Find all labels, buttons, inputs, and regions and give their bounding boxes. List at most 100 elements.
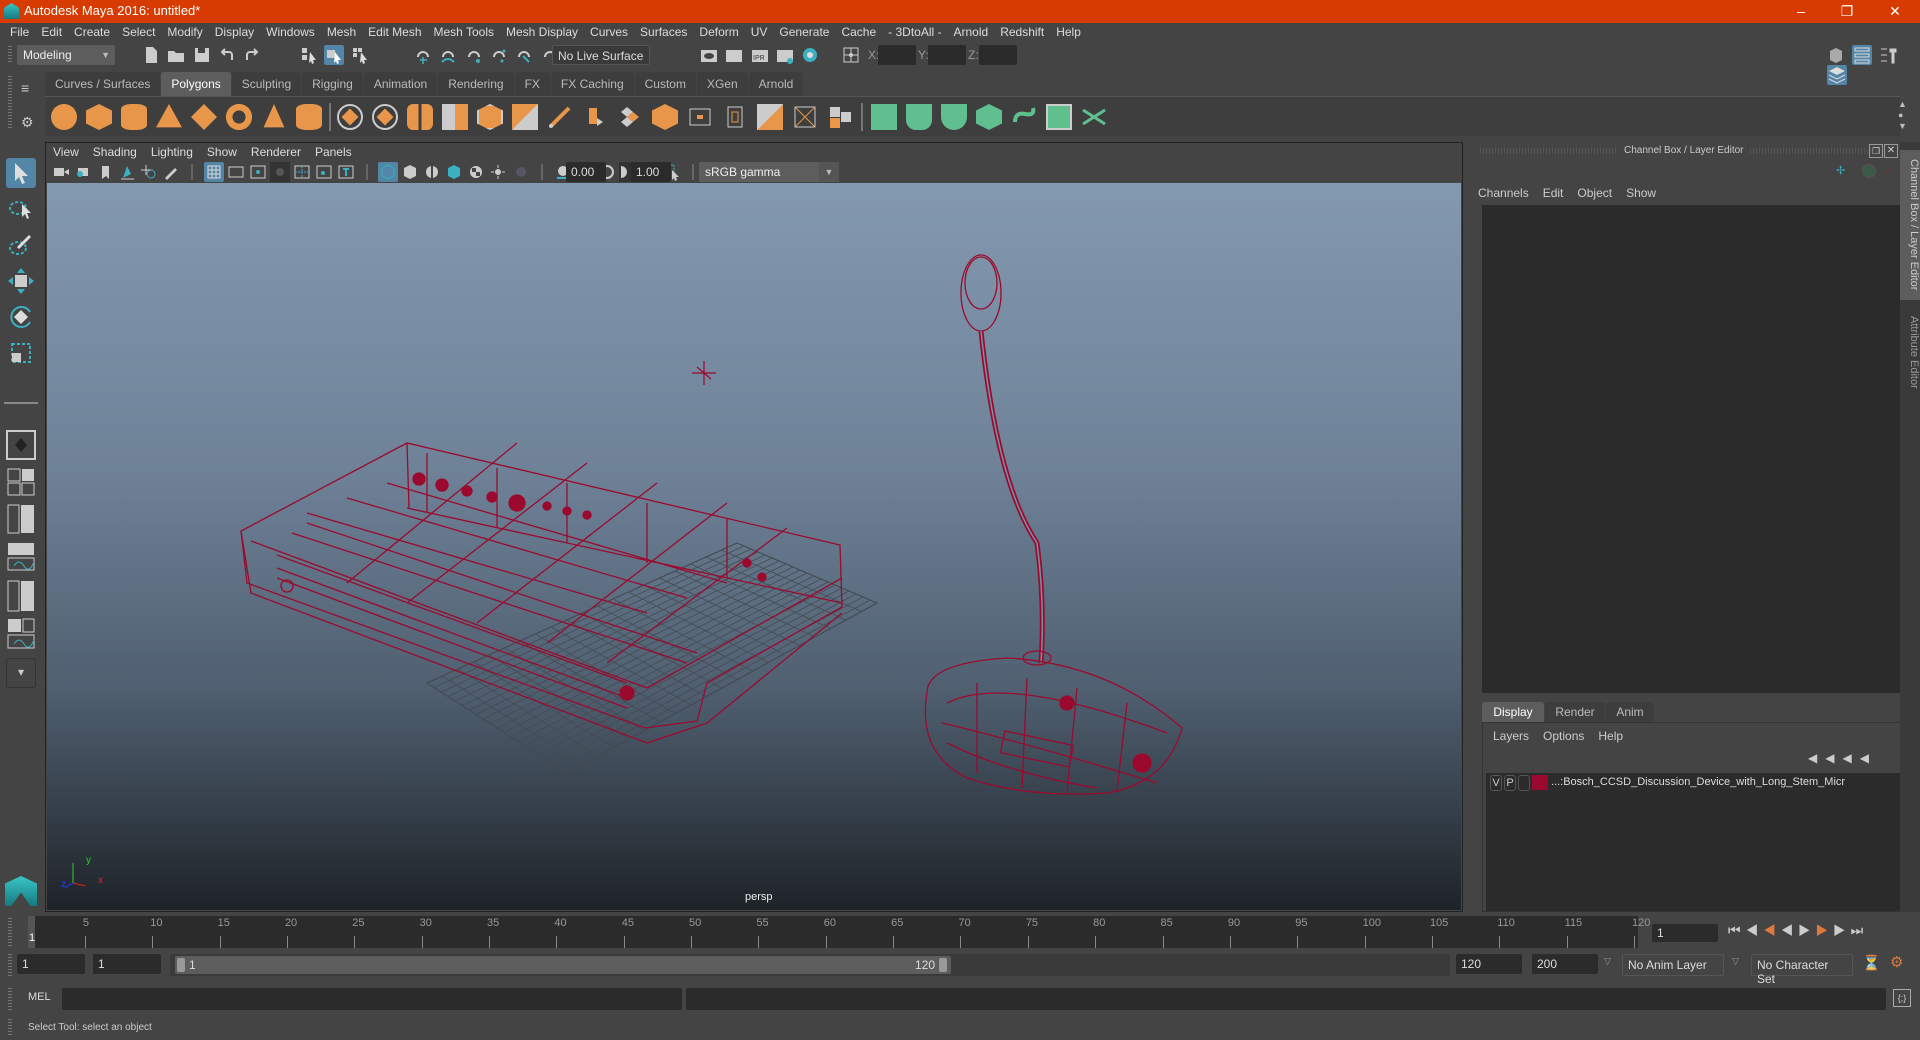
- viewport-menu-view[interactable]: View: [46, 143, 86, 161]
- animation-start-field[interactable]: 1: [17, 954, 85, 974]
- layer-tab-display[interactable]: Display: [1482, 702, 1544, 722]
- shelf-tab-rigging[interactable]: Rigging: [302, 72, 363, 96]
- render-view-icon[interactable]: [699, 45, 719, 65]
- poly-pyramid-icon[interactable]: [263, 104, 285, 128]
- viewport-canvas[interactable]: y x z persp: [47, 183, 1461, 910]
- select-by-object-icon[interactable]: [324, 45, 345, 65]
- go-to-start-button[interactable]: ⏮: [1728, 922, 1746, 938]
- extract-icon[interactable]: [407, 104, 433, 130]
- resolution-gate-icon[interactable]: [248, 162, 268, 182]
- automatic-uv-icon[interactable]: [976, 104, 1002, 130]
- menu-edit-mesh[interactable]: Edit Mesh: [362, 23, 427, 42]
- live-surface-field[interactable]: No Live Surface: [552, 45, 650, 65]
- menu-surfaces[interactable]: Surfaces: [634, 23, 693, 42]
- layer-tab-anim[interactable]: Anim: [1606, 702, 1654, 722]
- menu-3dtoall[interactable]: - 3DtoAll -: [882, 23, 947, 42]
- hypershade-icon[interactable]: [800, 45, 820, 65]
- speed-icon[interactable]: [1862, 164, 1876, 178]
- move-layer-up-icon[interactable]: ◀: [1808, 751, 1825, 765]
- side-tab-channel-box[interactable]: Channel Box / Layer Editor: [1900, 150, 1920, 300]
- save-scene-icon[interactable]: [192, 45, 212, 65]
- spherical-uv-icon[interactable]: [941, 104, 967, 130]
- range-end-grip[interactable]: [939, 958, 947, 972]
- poly-diamond-icon[interactable]: [191, 104, 217, 130]
- channels-menu-edit[interactable]: Edit: [1543, 186, 1564, 200]
- lasso-tool-icon[interactable]: [6, 194, 36, 224]
- safe-title-icon[interactable]: [336, 162, 356, 182]
- make-live-icon[interactable]: [514, 45, 534, 65]
- channels-menu-object[interactable]: Object: [1577, 186, 1612, 200]
- uv-editor-icon[interactable]: [1046, 104, 1072, 130]
- menu-arnold[interactable]: Arnold: [948, 23, 995, 42]
- layer-name[interactable]: ...:Bosch_CCSD_Discussion_Device_with_Lo…: [1551, 776, 1845, 788]
- close-panel-icon[interactable]: ✕: [1884, 144, 1898, 158]
- ipr-render-icon[interactable]: IPR: [750, 45, 770, 65]
- menu-mesh-display[interactable]: Mesh Display: [500, 23, 584, 42]
- step-forward-key-button[interactable]: ▶: [1833, 922, 1851, 938]
- move-tool-icon[interactable]: [6, 266, 36, 296]
- poly-cone-icon[interactable]: [156, 104, 182, 128]
- menu-deform[interactable]: Deform: [693, 23, 744, 42]
- mode-selector[interactable]: Modeling ▼: [17, 45, 115, 65]
- menu-cache[interactable]: Cache: [835, 23, 882, 42]
- shelf-scroll[interactable]: ▲ ● ▼: [1898, 99, 1907, 132]
- shelf-tab-polygons[interactable]: Polygons: [161, 72, 231, 96]
- tool-settings-icon[interactable]: [1878, 45, 1898, 65]
- animation-end-field[interactable]: 200: [1532, 954, 1598, 974]
- menu-display[interactable]: Display: [209, 23, 260, 42]
- restore-button[interactable]: ❐: [1824, 0, 1870, 23]
- grid-toggle-icon[interactable]: [203, 162, 224, 182]
- minimize-button[interactable]: –: [1778, 0, 1824, 23]
- camera-based-uv-icon[interactable]: [1011, 104, 1037, 130]
- snap-to-curve-icon[interactable]: [438, 45, 458, 65]
- four-view-layout-icon[interactable]: [6, 468, 36, 496]
- character-set-field[interactable]: No Character Set: [1751, 954, 1853, 986]
- animation-preferences-icon[interactable]: ⚙: [1890, 953, 1903, 971]
- mirror-icon[interactable]: [512, 104, 538, 130]
- auto-key-icon[interactable]: ⏳: [1862, 954, 1881, 972]
- viewport-menu-renderer[interactable]: Renderer: [244, 143, 308, 161]
- shelf-tab-fx-caching[interactable]: FX Caching: [550, 72, 634, 96]
- shelf-tab-fx[interactable]: FX: [514, 72, 550, 96]
- channels-menu-channels[interactable]: Channels: [1478, 186, 1529, 200]
- playback-end-field[interactable]: 120: [1456, 954, 1522, 974]
- layer-tab-render[interactable]: Render: [1545, 702, 1605, 722]
- camera-select-icon[interactable]: [51, 162, 71, 182]
- menu-select[interactable]: Select: [116, 23, 161, 42]
- menu-create[interactable]: Create: [68, 23, 116, 42]
- step-back-key-button[interactable]: ◀: [1746, 922, 1764, 938]
- layers-menu-help[interactable]: Help: [1598, 729, 1623, 743]
- anim-layer-field[interactable]: No Anim Layer: [1622, 954, 1724, 976]
- layers-menu-layers[interactable]: Layers: [1493, 729, 1529, 743]
- outliner-persp-layout-icon[interactable]: [6, 504, 36, 534]
- camera-attributes-icon[interactable]: [73, 162, 93, 182]
- menu-generate[interactable]: Generate: [773, 23, 835, 42]
- anim-layer-dropdown-icon[interactable]: ▽: [1604, 956, 1611, 967]
- fill-hole-icon[interactable]: [652, 104, 678, 130]
- script-language-toggle[interactable]: MEL: [28, 991, 51, 1003]
- menu-redshift[interactable]: Redshift: [994, 23, 1050, 42]
- undo-icon[interactable]: [217, 45, 237, 65]
- layout-more-button[interactable]: ▾: [6, 658, 36, 688]
- combine-icon[interactable]: [341, 108, 359, 126]
- poly-cylinder-icon[interactable]: [121, 104, 147, 130]
- persp-outliner-graph-layout-icon[interactable]: [6, 618, 36, 650]
- menu-edit[interactable]: Edit: [35, 23, 68, 42]
- new-scene-icon[interactable]: [141, 45, 161, 65]
- wireframe-on-shaded-icon[interactable]: [444, 162, 464, 182]
- hyper-icon[interactable]: ➚: [1882, 164, 1892, 178]
- grease-pencil-icon[interactable]: [161, 162, 181, 182]
- append-polygon-icon[interactable]: [687, 104, 713, 130]
- shelf-menu-icon[interactable]: ≡: [21, 80, 29, 96]
- layers-menu-options[interactable]: Options: [1543, 729, 1584, 743]
- viewport-menu-shading[interactable]: Shading: [86, 143, 144, 161]
- help-line-grip[interactable]: [8, 1019, 12, 1037]
- close-button[interactable]: ✕: [1872, 0, 1918, 23]
- status-line-grip[interactable]: [8, 46, 12, 64]
- menu-help[interactable]: Help: [1050, 23, 1087, 42]
- shelf-tab-arnold[interactable]: Arnold: [748, 72, 804, 96]
- multi-cut-icon[interactable]: [547, 104, 573, 130]
- x-field[interactable]: [878, 45, 916, 65]
- menu-windows[interactable]: Windows: [260, 23, 321, 42]
- play-backwards-button[interactable]: ◀: [1781, 922, 1799, 938]
